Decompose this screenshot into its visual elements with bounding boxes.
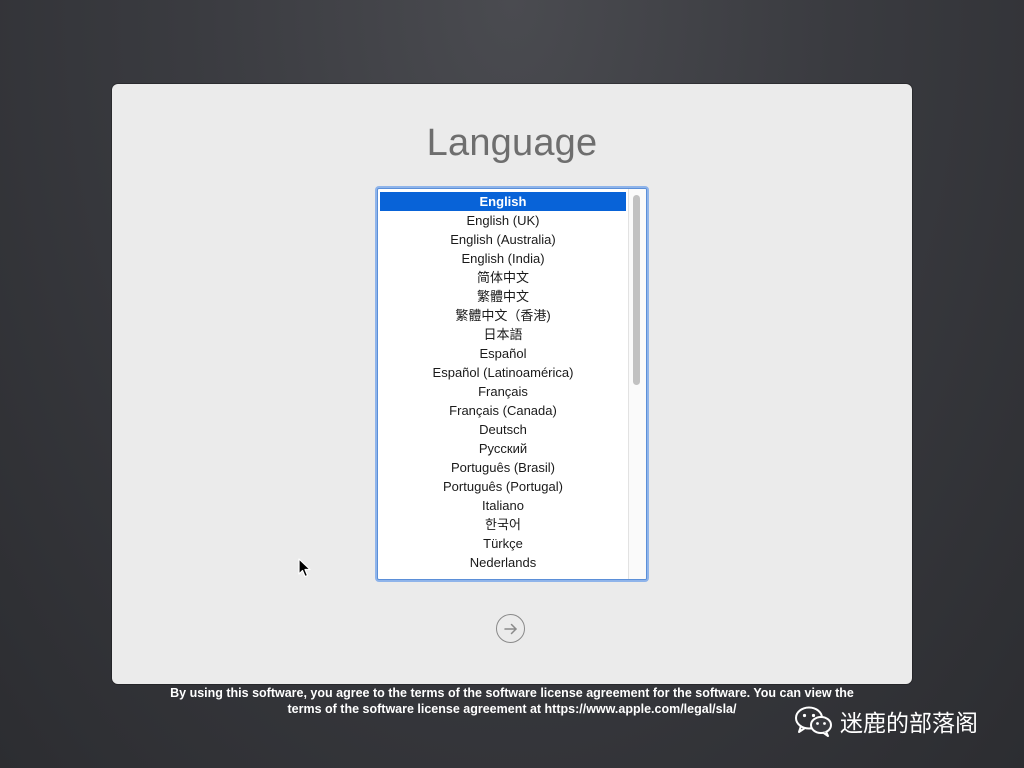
language-option[interactable]: Português (Brasil) [380,458,626,477]
scroll-thumb[interactable] [633,195,640,385]
language-option[interactable]: 繁體中文（香港) [380,306,626,325]
language-option[interactable]: Русский [380,439,626,458]
language-option[interactable]: Deutsch [380,420,626,439]
language-option[interactable]: Français (Canada) [380,401,626,420]
language-option[interactable]: English (India) [380,249,626,268]
scrollbar[interactable] [628,189,646,579]
license-notice: By using this software, you agree to the… [112,685,912,717]
language-option[interactable]: English [380,192,626,211]
language-option[interactable]: Français [380,382,626,401]
language-option[interactable]: Español (Latinoamérica) [380,363,626,382]
language-option[interactable]: 简体中文 [380,268,626,287]
language-panel: Language English English (UK) English (Aus… [112,84,912,684]
license-notice-line-2: terms of the software license agreement … [287,702,737,716]
language-list[interactable]: English English (UK) English (Australia) En… [380,192,626,572]
language-option[interactable]: Türkçe [380,534,626,553]
arrow-right-circle-icon [503,623,517,634]
language-option[interactable]: Nederlands [380,553,626,572]
watermark-text: 迷鹿的部落阁 [840,711,978,737]
watermark: 迷鹿的部落阁 [794,704,978,738]
language-option[interactable]: English (Australia) [380,230,626,249]
language-option[interactable]: 日本語 [380,325,626,344]
language-option[interactable]: English (UK) [380,211,626,230]
language-option[interactable]: Italiano [380,496,626,515]
wechat-icon [795,706,832,737]
mouse-cursor-icon [298,558,311,578]
license-notice-line-1: By using this software, you agree to the… [170,686,854,700]
language-listbox[interactable]: English English (UK) English (Australia) En… [377,188,647,580]
language-option[interactable]: 한국어 [380,515,626,534]
continue-button[interactable] [496,614,525,643]
page-title: Language [426,122,598,164]
language-option[interactable]: Español [380,344,626,363]
language-option[interactable]: 繁體中文 [380,287,626,306]
language-option[interactable]: Português (Portugal) [380,477,626,496]
